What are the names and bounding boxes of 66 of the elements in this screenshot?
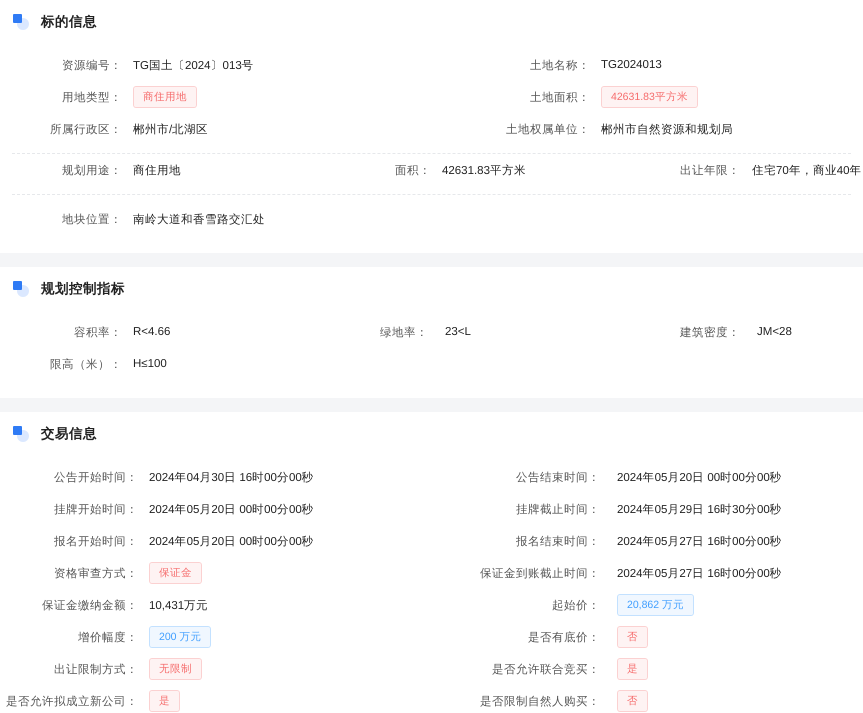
section-title: 规划控制指标	[41, 280, 125, 298]
field-value: 2024年05月20日 00时00分00秒	[617, 470, 782, 484]
field-value: 2024年05月27日 16时00分00秒	[617, 534, 782, 548]
field-label: 出让限制方式：	[53, 662, 138, 676]
field-label: 用地类型：	[61, 90, 122, 104]
field-value: H≤100	[133, 358, 167, 370]
status-tag: 否	[617, 626, 648, 648]
status-tag: 是	[617, 658, 648, 680]
field-label: 挂牌截止时间：	[515, 502, 600, 516]
field-value: JM<28	[757, 326, 792, 338]
field-value: 2024年05月20日 00时00分00秒	[149, 534, 314, 548]
field-label: 报名结束时间：	[515, 534, 600, 548]
field-value: TG2024013	[601, 59, 662, 71]
field-label: 所属行政区：	[49, 122, 122, 136]
field-value: 2024年05月29日 16时30分00秒	[617, 502, 782, 516]
field-label: 建筑密度：	[679, 325, 740, 340]
field-value: 2024年05月27日 16时00分00秒	[617, 566, 782, 580]
field-label: 是否有底价：	[527, 630, 600, 644]
field-label: 增价幅度：	[77, 630, 138, 644]
section-icon	[13, 14, 29, 30]
field-label: 面积：	[394, 164, 431, 178]
field-label: 是否允许拟成立新公司：	[5, 694, 138, 708]
status-tag: 20,862 万元	[617, 594, 694, 616]
field-label: 保证金缴纳金额：	[41, 598, 138, 612]
field-label: 报名开始时间：	[53, 534, 138, 548]
section-icon	[13, 426, 29, 442]
status-tag: 否	[617, 690, 648, 712]
field-value: TG国土〔2024〕013号	[133, 58, 254, 72]
status-tag: 无限制	[149, 658, 202, 680]
field-label: 公告结束时间：	[515, 470, 600, 484]
field-label: 土地面积：	[529, 90, 590, 104]
field-label: 土地权属单位：	[505, 122, 590, 136]
field-label: 公告开始时间：	[53, 470, 138, 484]
field-value: 23<L	[445, 326, 471, 338]
field-value: 南岭大道和香雪路交汇处	[133, 212, 265, 226]
field-label: 土地名称：	[529, 58, 590, 72]
field-label: 容积率：	[73, 325, 122, 340]
field-label: 绿地率：	[379, 326, 428, 340]
field-value: 住宅70年，商业40年	[752, 163, 862, 178]
field-value: 2024年04月30日 16时00分00秒	[149, 470, 314, 484]
status-tag: 保证金	[149, 562, 202, 584]
field-label: 限高（米）：	[49, 357, 122, 372]
field-label: 是否允许联合竞买：	[491, 662, 600, 676]
section-title: 标的信息	[41, 13, 97, 31]
section-title: 交易信息	[41, 425, 97, 443]
field-label: 起始价：	[551, 598, 600, 612]
field-value: 商住用地	[133, 163, 181, 178]
field-label: 保证金到账截止时间：	[479, 566, 600, 580]
field-label: 挂牌开始时间：	[53, 502, 138, 516]
field-label: 是否限制自然人购买：	[479, 694, 600, 708]
status-tag: 42631.83平方米	[601, 86, 698, 108]
field-label: 出让年限：	[679, 164, 740, 178]
field-value: 2024年05月20日 00时00分00秒	[149, 502, 314, 516]
field-value: 郴州市自然资源和规划局	[601, 122, 733, 136]
status-tag: 是	[149, 690, 180, 712]
field-value: 10,431万元	[149, 598, 208, 612]
status-tag: 商住用地	[133, 86, 197, 108]
field-label: 地块位置：	[61, 212, 122, 226]
section-icon	[13, 281, 29, 297]
status-tag: 200 万元	[149, 626, 212, 648]
field-value: R<4.66	[133, 326, 170, 338]
field-value: 郴州市/北湖区	[133, 122, 208, 136]
field-value: 42631.83平方米	[442, 163, 526, 178]
field-label: 规划用途：	[61, 164, 122, 178]
field-label: 资格审查方式：	[53, 566, 138, 580]
field-label: 资源编号：	[61, 58, 122, 72]
